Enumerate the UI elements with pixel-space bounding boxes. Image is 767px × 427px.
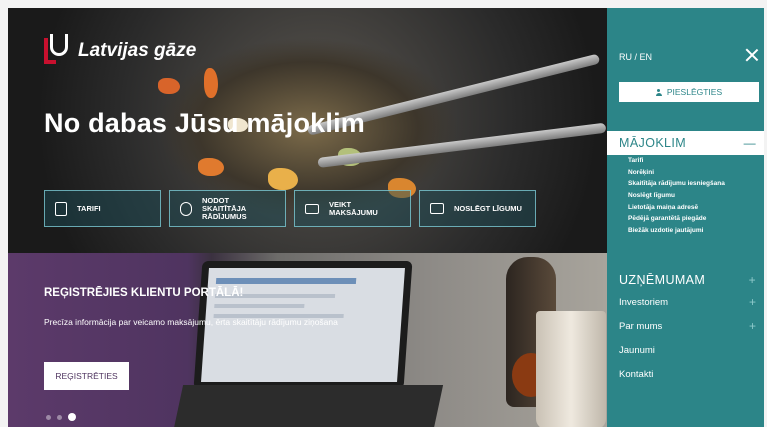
expand-icon[interactable]: +: [749, 273, 756, 287]
menu-item-label: Jaunumi: [619, 345, 655, 356]
banner-subtitle: Precīza informācija par veicamo maksājum…: [44, 317, 338, 327]
menu-item-label: Kontakti: [619, 369, 654, 380]
page: Latvijas gāze No dabas Jūsu mājoklim TAR…: [8, 8, 764, 427]
keyboard-image: [172, 385, 444, 427]
section-label: UZŅĒMUMAM: [619, 273, 706, 287]
tile-tarifi[interactable]: TARIFI: [44, 190, 161, 227]
menu-item-investoriem[interactable]: Investoriem +: [619, 295, 764, 309]
slide-dot[interactable]: [57, 414, 62, 420]
menu-item-kontakti[interactable]: Kontakti: [619, 369, 653, 380]
user-icon: [655, 88, 662, 96]
login-button[interactable]: PIESLĒGTIES: [619, 82, 759, 102]
menu-item-jaunumi[interactable]: Jaunumi: [619, 345, 655, 356]
calculator-icon: [55, 201, 67, 216]
banner-title: REĢISTRĒJIES KLIENTU PORTĀLĀ!: [44, 287, 244, 299]
food-decor: [198, 158, 224, 176]
login-label: PIESLĒGTIES: [666, 87, 723, 97]
submenu-item[interactable]: Lietotāja maiņa adresē: [628, 204, 725, 212]
food-decor: [204, 68, 218, 98]
side-menu: RU / EN PIESLĒGTIES MĀJOKLIM — Tarifi No…: [607, 8, 764, 427]
food-decor: [268, 168, 298, 190]
register-button[interactable]: REĢISTRĒTIES: [44, 362, 129, 390]
slide-dot[interactable]: [46, 414, 51, 420]
section-uznemumam[interactable]: UZŅĒMUMAM +: [607, 268, 764, 292]
brand-logo[interactable]: Latvijas gāze: [44, 34, 196, 68]
submenu-item[interactable]: Biežāk uzdotie jautājumi: [628, 227, 725, 235]
brand-name: Latvijas gāze: [78, 40, 197, 61]
section-label: MĀJOKLIM: [619, 136, 687, 150]
submenu-item[interactable]: Noslēgt līgumu: [628, 192, 725, 200]
tile-label: NODOT SKAITĪTĀJA RĀDĪJUMUS: [202, 195, 247, 221]
slide-dot-active[interactable]: [68, 413, 76, 421]
tile-submit-readings[interactable]: NODOT SKAITĪTĀJA RĀDĪJUMUS: [169, 190, 286, 227]
close-icon[interactable]: [745, 48, 759, 62]
cup-image: [536, 311, 606, 427]
expand-icon[interactable]: +: [749, 295, 756, 309]
hero-title: No dabas Jūsu mājoklim: [44, 108, 365, 138]
tile-label: TARIFI: [77, 203, 101, 213]
meter-icon: [180, 201, 192, 216]
quick-actions: TARIFI NODOT SKAITĪTĀJA RĀDĪJUMUS VEIKT …: [44, 190, 536, 227]
food-decor: [158, 78, 180, 94]
credit-card-icon: [305, 203, 319, 214]
menu-item-label: Investoriem: [619, 297, 669, 308]
collapse-icon[interactable]: —: [744, 136, 756, 150]
submenu-majoklim: Tarifi Norēķini Skaitītāja rādījumu iesn…: [628, 157, 725, 235]
section-majoklim[interactable]: MĀJOKLIM —: [607, 131, 764, 155]
tile-label: NOSLĒGT LĪGUMU: [454, 203, 522, 213]
tile-label: VEIKT MAKSĀJUMU: [329, 199, 378, 217]
expand-icon[interactable]: +: [749, 319, 756, 333]
submenu-item[interactable]: Norēķini: [628, 169, 725, 177]
language-switch[interactable]: RU / EN: [619, 52, 652, 62]
brand-logo-icon: [44, 34, 72, 68]
menu-item-label: Par mums: [619, 321, 663, 332]
menu-item-par-mums[interactable]: Par mums +: [619, 319, 764, 333]
hero-section: Latvijas gāze No dabas Jūsu mājoklim TAR…: [8, 8, 607, 253]
submenu-item[interactable]: Skaitītāja rādījumu iesniegšana: [628, 180, 725, 188]
tile-make-payment[interactable]: VEIKT MAKSĀJUMU: [294, 190, 411, 227]
tile-sign-contract[interactable]: NOSLĒGT LĪGUMU: [419, 190, 536, 227]
submenu-item[interactable]: Pēdējā garantētā piegāde: [628, 215, 725, 223]
portal-banner: REĢISTRĒJIES KLIENTU PORTĀLĀ! Precīza in…: [8, 253, 607, 427]
slider-dots: [46, 413, 76, 421]
contract-icon: [430, 203, 444, 214]
submenu-item[interactable]: Tarifi: [628, 157, 725, 165]
